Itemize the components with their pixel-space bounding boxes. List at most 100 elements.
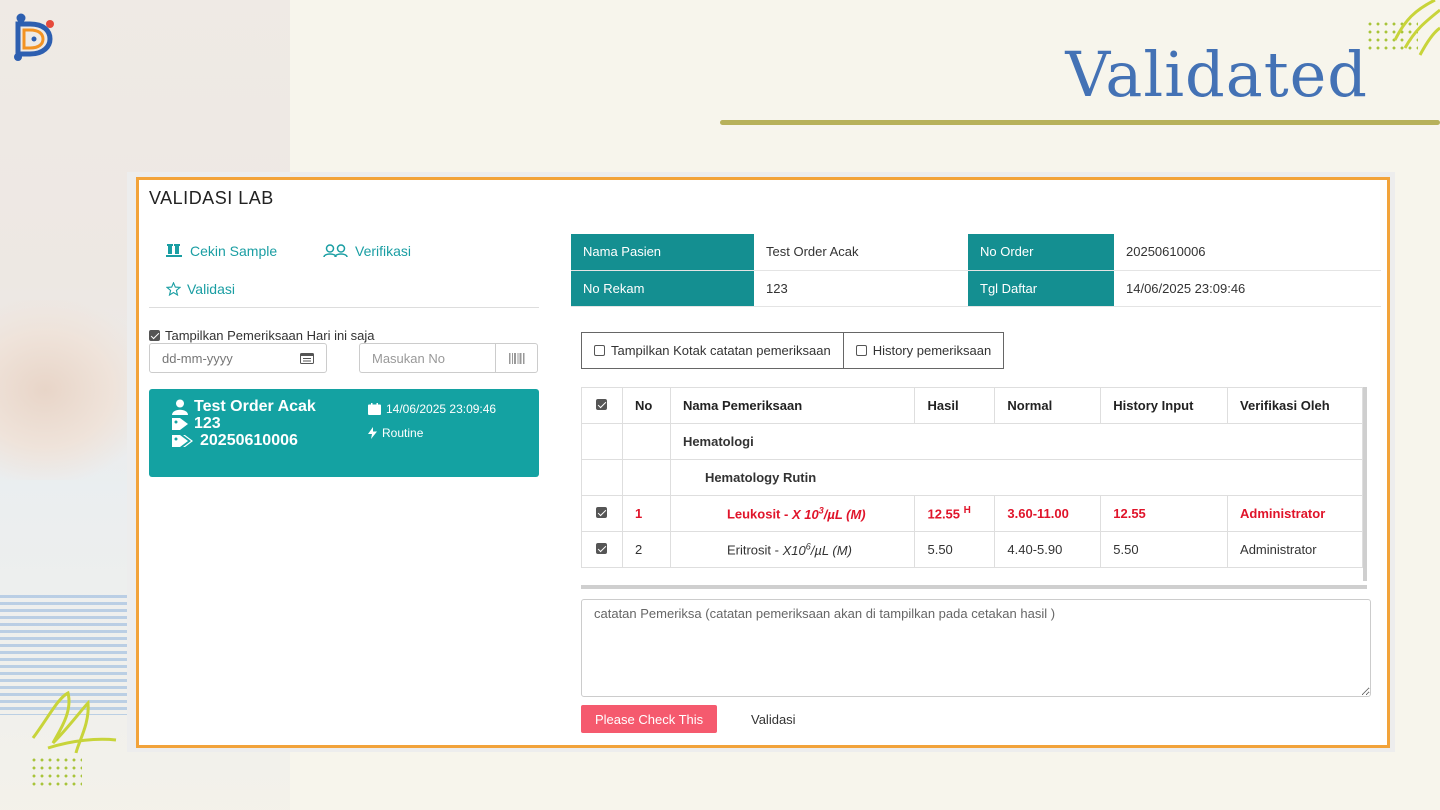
row-checkbox[interactable] xyxy=(596,543,608,554)
patient-order-card[interactable]: Test Order Acak 123 20250610006 14/06/20… xyxy=(149,389,539,477)
test-tubes-icon xyxy=(166,244,182,257)
toggle-notes-box-label: Tampilkan Kotak catatan pemeriksaan xyxy=(611,343,831,358)
nav-divider xyxy=(149,307,539,308)
test-unit-rest: /µL (M) xyxy=(810,542,852,558)
card-record-no: 123 xyxy=(194,415,221,432)
info-row-2: No Rekam 123 Tgl Daftar 14/06/2025 23:09… xyxy=(571,270,1381,307)
results-header-row: No Nama Pemeriksaan Hasil Normal History… xyxy=(581,387,1363,424)
test-unit-base: X 10 xyxy=(791,506,819,522)
row-normal: 4.40-5.90 xyxy=(994,531,1102,568)
validasi-button[interactable]: Validasi xyxy=(741,705,806,733)
row-no: 2 xyxy=(621,531,671,568)
no-order-label: No Order xyxy=(968,234,1114,271)
card-priority: Routine xyxy=(382,426,424,440)
table-row: 1 Leukosit - X 103/µL (M) 12.55 H 3.60-1… xyxy=(581,495,1363,532)
test-unit-base: X10 xyxy=(782,542,806,558)
please-check-button[interactable]: Please Check This xyxy=(581,705,718,733)
row-hasil: 5.50 xyxy=(914,531,996,568)
tgl-daftar-label: Tgl Daftar xyxy=(968,270,1114,307)
group-row: Hematologi xyxy=(581,423,1364,460)
nama-pasien-label: Nama Pasien xyxy=(571,234,754,271)
user-icon xyxy=(172,399,188,415)
row-test-name: Leukosit - X 103/µL (M) xyxy=(669,495,916,532)
notes-box-checkbox[interactable] xyxy=(594,345,605,356)
select-all-cell[interactable] xyxy=(581,387,623,424)
slide-title: Validated xyxy=(1065,38,1368,111)
card-datetime-row: 14/06/2025 23:09:46 xyxy=(368,402,496,416)
hasil-value: 5.50 xyxy=(927,542,953,557)
today-only-label: Tampilkan Pemeriksaan Hari ini saja xyxy=(165,328,375,343)
subgroup-row: Hematology Rutin xyxy=(581,459,1364,496)
card-patient-name: Test Order Acak xyxy=(194,398,316,415)
examiner-notes-textarea[interactable] xyxy=(581,599,1371,697)
test-unit-rest: /µL (M) xyxy=(823,506,866,522)
results-table: No Nama Pemeriksaan Hasil Normal History… xyxy=(581,387,1364,568)
row-select-cell[interactable] xyxy=(581,495,623,532)
toggle-notes-box[interactable]: Tampilkan Kotak catatan pemeriksaan xyxy=(581,332,844,369)
calendar-icon xyxy=(368,403,381,415)
nav-cekin-sample-label: Cekin Sample xyxy=(190,243,278,259)
no-rekam-value: 123 xyxy=(754,270,968,307)
row-history: 12.55 xyxy=(1100,495,1229,532)
card-priority-row: Routine xyxy=(368,426,423,440)
row-no: 1 xyxy=(621,495,671,532)
display-toggles: Tampilkan Kotak catatan pemeriksaan Hist… xyxy=(581,332,1005,369)
subgroup-name: Hematology Rutin xyxy=(669,459,1364,496)
date-input[interactable]: dd-mm-yyyy xyxy=(149,343,327,373)
col-verifikasi-oleh: Verifikasi Oleh xyxy=(1227,387,1363,424)
nav-verifikasi[interactable]: Verifikasi xyxy=(323,243,411,259)
star-icon xyxy=(166,282,181,296)
results-horizontal-scrollbar[interactable] xyxy=(581,585,1367,589)
calendar-icon[interactable] xyxy=(300,352,314,364)
nav-cekin-sample[interactable]: Cekin Sample xyxy=(166,243,277,259)
history-checkbox[interactable] xyxy=(855,345,867,356)
test-name: Leukosit - xyxy=(726,506,792,522)
col-hasil: Hasil xyxy=(914,387,996,424)
dd-logo-icon xyxy=(14,13,54,61)
hasil-value: 12.55 xyxy=(927,506,961,522)
no-order-value: 20250610006 xyxy=(1114,234,1381,271)
card-order-row: 20250610006 xyxy=(171,432,298,450)
tag-icon xyxy=(172,418,188,430)
test-name: Eritrosit - xyxy=(726,542,783,558)
row-history: 5.50 xyxy=(1100,531,1229,568)
nav-validasi-label: Validasi xyxy=(187,281,235,297)
validasi-lab-panel: VALIDASI LAB Cekin Sample Verifikasi Val… xyxy=(136,177,1390,748)
title-underline xyxy=(720,120,1440,125)
hasil-flag: H xyxy=(963,505,971,517)
card-record-row: 123 xyxy=(171,415,221,433)
info-row-1: Nama Pasien Test Order Acak No Order 202… xyxy=(571,234,1381,271)
users-icon xyxy=(323,244,348,258)
date-placeholder: dd-mm-yyyy xyxy=(162,350,233,366)
decor-scribble-bottom xyxy=(31,690,117,754)
no-rekam-label: No Rekam xyxy=(571,270,754,307)
row-select-cell[interactable] xyxy=(581,531,623,568)
row-test-name: Eritrosit - X106/µL (M) xyxy=(669,531,916,568)
panel-title: VALIDASI LAB xyxy=(149,188,274,208)
row-hasil: 12.55 H xyxy=(914,495,996,532)
results-vertical-scrollbar[interactable] xyxy=(1363,387,1367,581)
group-name: Hematologi xyxy=(669,423,1364,460)
row-checkbox[interactable] xyxy=(596,507,608,518)
nav-validasi[interactable]: Validasi xyxy=(166,281,235,297)
row-verifier: Administrator xyxy=(1227,531,1363,568)
row-verifier: Administrator xyxy=(1227,495,1363,532)
order-no-input[interactable] xyxy=(359,343,495,373)
col-no: No xyxy=(621,387,671,424)
patient-info-table: Nama Pasien Test Order Acak No Order 202… xyxy=(571,234,1381,307)
bolt-icon xyxy=(368,427,377,439)
today-only-checkbox[interactable] xyxy=(149,330,160,341)
col-nama-pemeriksaan: Nama Pemeriksaan xyxy=(669,387,916,424)
nama-pasien-value: Test Order Acak xyxy=(754,234,968,271)
barcode-scan-button[interactable] xyxy=(495,343,538,373)
decor-dots-bottom xyxy=(30,756,82,786)
today-only-filter[interactable]: Tampilkan Pemeriksaan Hari ini saja xyxy=(149,328,375,343)
card-order-no: 20250610006 xyxy=(200,432,298,449)
toggle-history-label: History pemeriksaan xyxy=(872,343,992,358)
toggle-history[interactable]: History pemeriksaan xyxy=(843,332,1005,369)
col-normal: Normal xyxy=(994,387,1102,424)
select-all-checkbox[interactable] xyxy=(596,399,608,410)
col-history-input: History Input xyxy=(1100,387,1229,424)
tags-icon xyxy=(172,435,193,447)
card-datetime: 14/06/2025 23:09:46 xyxy=(386,402,497,416)
